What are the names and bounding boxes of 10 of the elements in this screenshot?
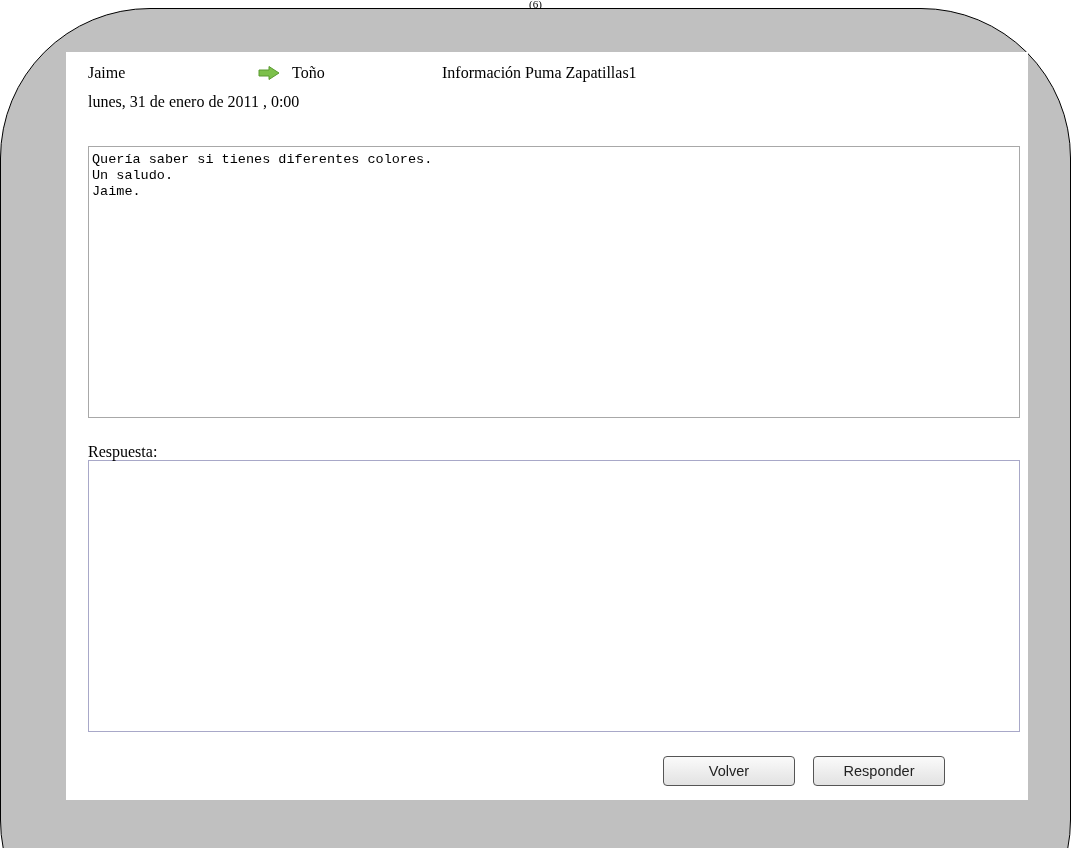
- reply-text-area[interactable]: [88, 460, 1020, 732]
- recipient-name: Toño: [292, 64, 326, 82]
- arrow-right-icon: [258, 66, 280, 80]
- form-button[interactable]: Volver: [663, 756, 795, 786]
- message-date: lunes, 31 de enero de 2011 , 0:00: [88, 93, 301, 112]
- message-subject: Información Puma Zapatillas1: [442, 64, 637, 82]
- sender-name: Jaime: [88, 64, 127, 82]
- reply-label: Respuesta:: [88, 443, 159, 460]
- message-text-area[interactable]: Quería saber si tienes diferentes colores. Un saludo. Jaime.: [88, 146, 1020, 418]
- form-button[interactable]: Responder: [813, 756, 945, 786]
